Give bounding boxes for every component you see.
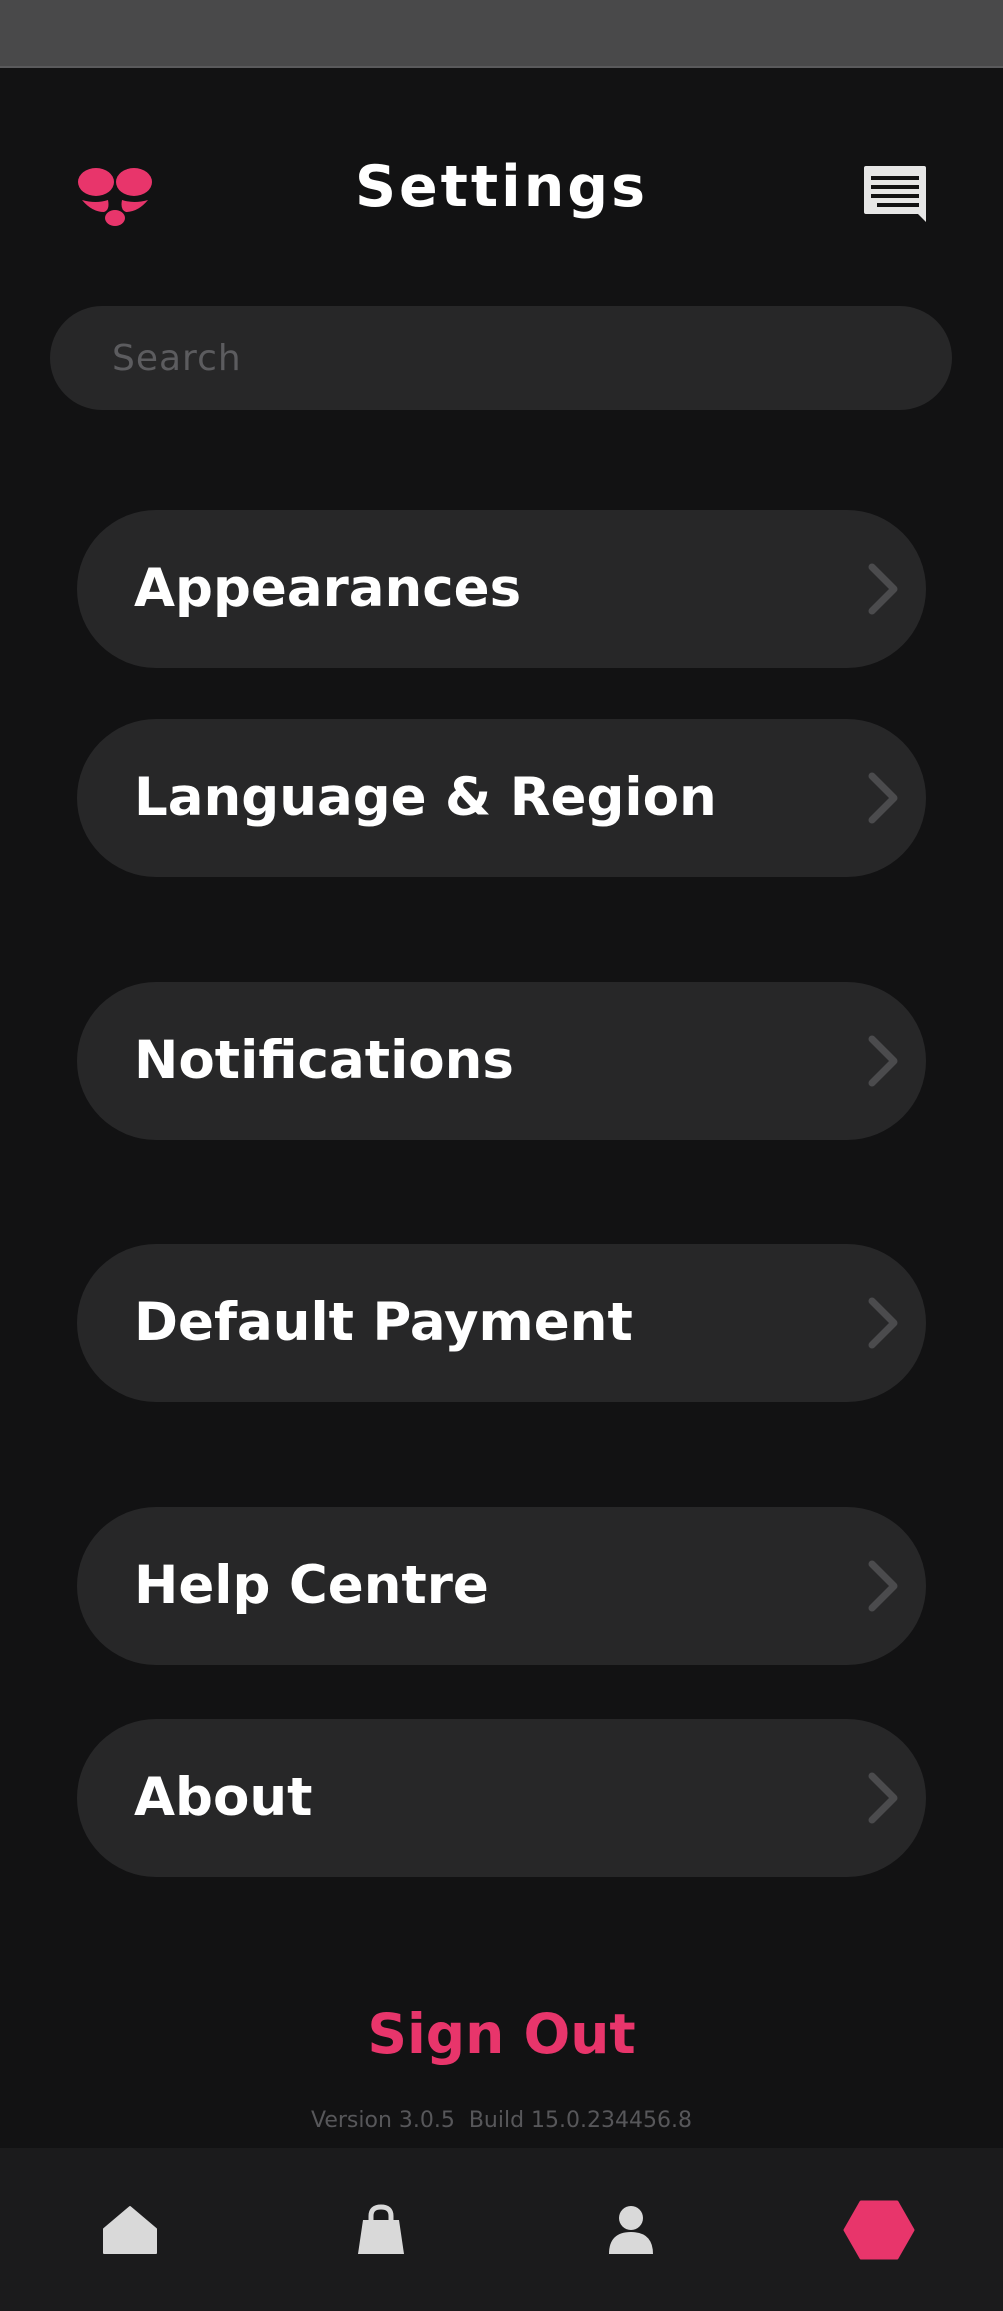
menu-item-label: Help Centre: [134, 1555, 489, 1616]
menu-item-appearances[interactable]: Appearances: [77, 510, 926, 668]
chat-button[interactable]: [862, 164, 928, 224]
chat-icon: [864, 166, 926, 222]
menu-item-notifications[interactable]: Notifications: [77, 982, 926, 1140]
version-text: Version 3.0.5 Build 15.0.234456.8: [310, 2108, 693, 2133]
menu-item-label: About: [134, 1767, 313, 1828]
menu-item-label: Appearances: [134, 558, 522, 619]
hexagon-icon: [843, 2200, 915, 2259]
menu-item-label: Language & Region: [134, 767, 717, 828]
shopping-bag-icon: [358, 2203, 404, 2254]
search-bar: [50, 306, 952, 410]
menu-item-default-payment[interactable]: Default Payment: [77, 1244, 926, 1402]
chevron-right-icon: [868, 1297, 898, 1349]
tab-bar: [0, 2148, 1003, 2311]
profile-icon: [609, 2205, 653, 2254]
tab-hexagon[interactable]: [809, 2148, 949, 2311]
status-bar: [0, 0, 1003, 68]
tab-home[interactable]: [60, 2148, 200, 2311]
chevron-right-icon: [868, 1772, 898, 1824]
menu-item-label: Default Payment: [134, 1292, 633, 1353]
chevron-right-icon: [868, 1560, 898, 1612]
tab-profile[interactable]: [561, 2148, 701, 2311]
chevron-right-icon: [868, 563, 898, 615]
search-input[interactable]: [112, 306, 912, 410]
page-title: Settings: [354, 154, 649, 220]
chevron-right-icon: [868, 1035, 898, 1087]
tab-shop[interactable]: [311, 2148, 451, 2311]
menu-item-label: Notifications: [134, 1030, 514, 1091]
header: Settings: [0, 140, 1003, 240]
menu-item-help-centre[interactable]: Help Centre: [77, 1507, 926, 1665]
menu-item-language-region[interactable]: Language & Region: [77, 719, 926, 877]
menu-item-about[interactable]: About: [77, 1719, 926, 1877]
settings-screen: Settings Appearances Language & Region N…: [0, 0, 1003, 2311]
chevron-right-icon: [868, 772, 898, 824]
sign-out-button[interactable]: Sign Out: [0, 2002, 1003, 2066]
home-icon: [103, 2205, 157, 2254]
